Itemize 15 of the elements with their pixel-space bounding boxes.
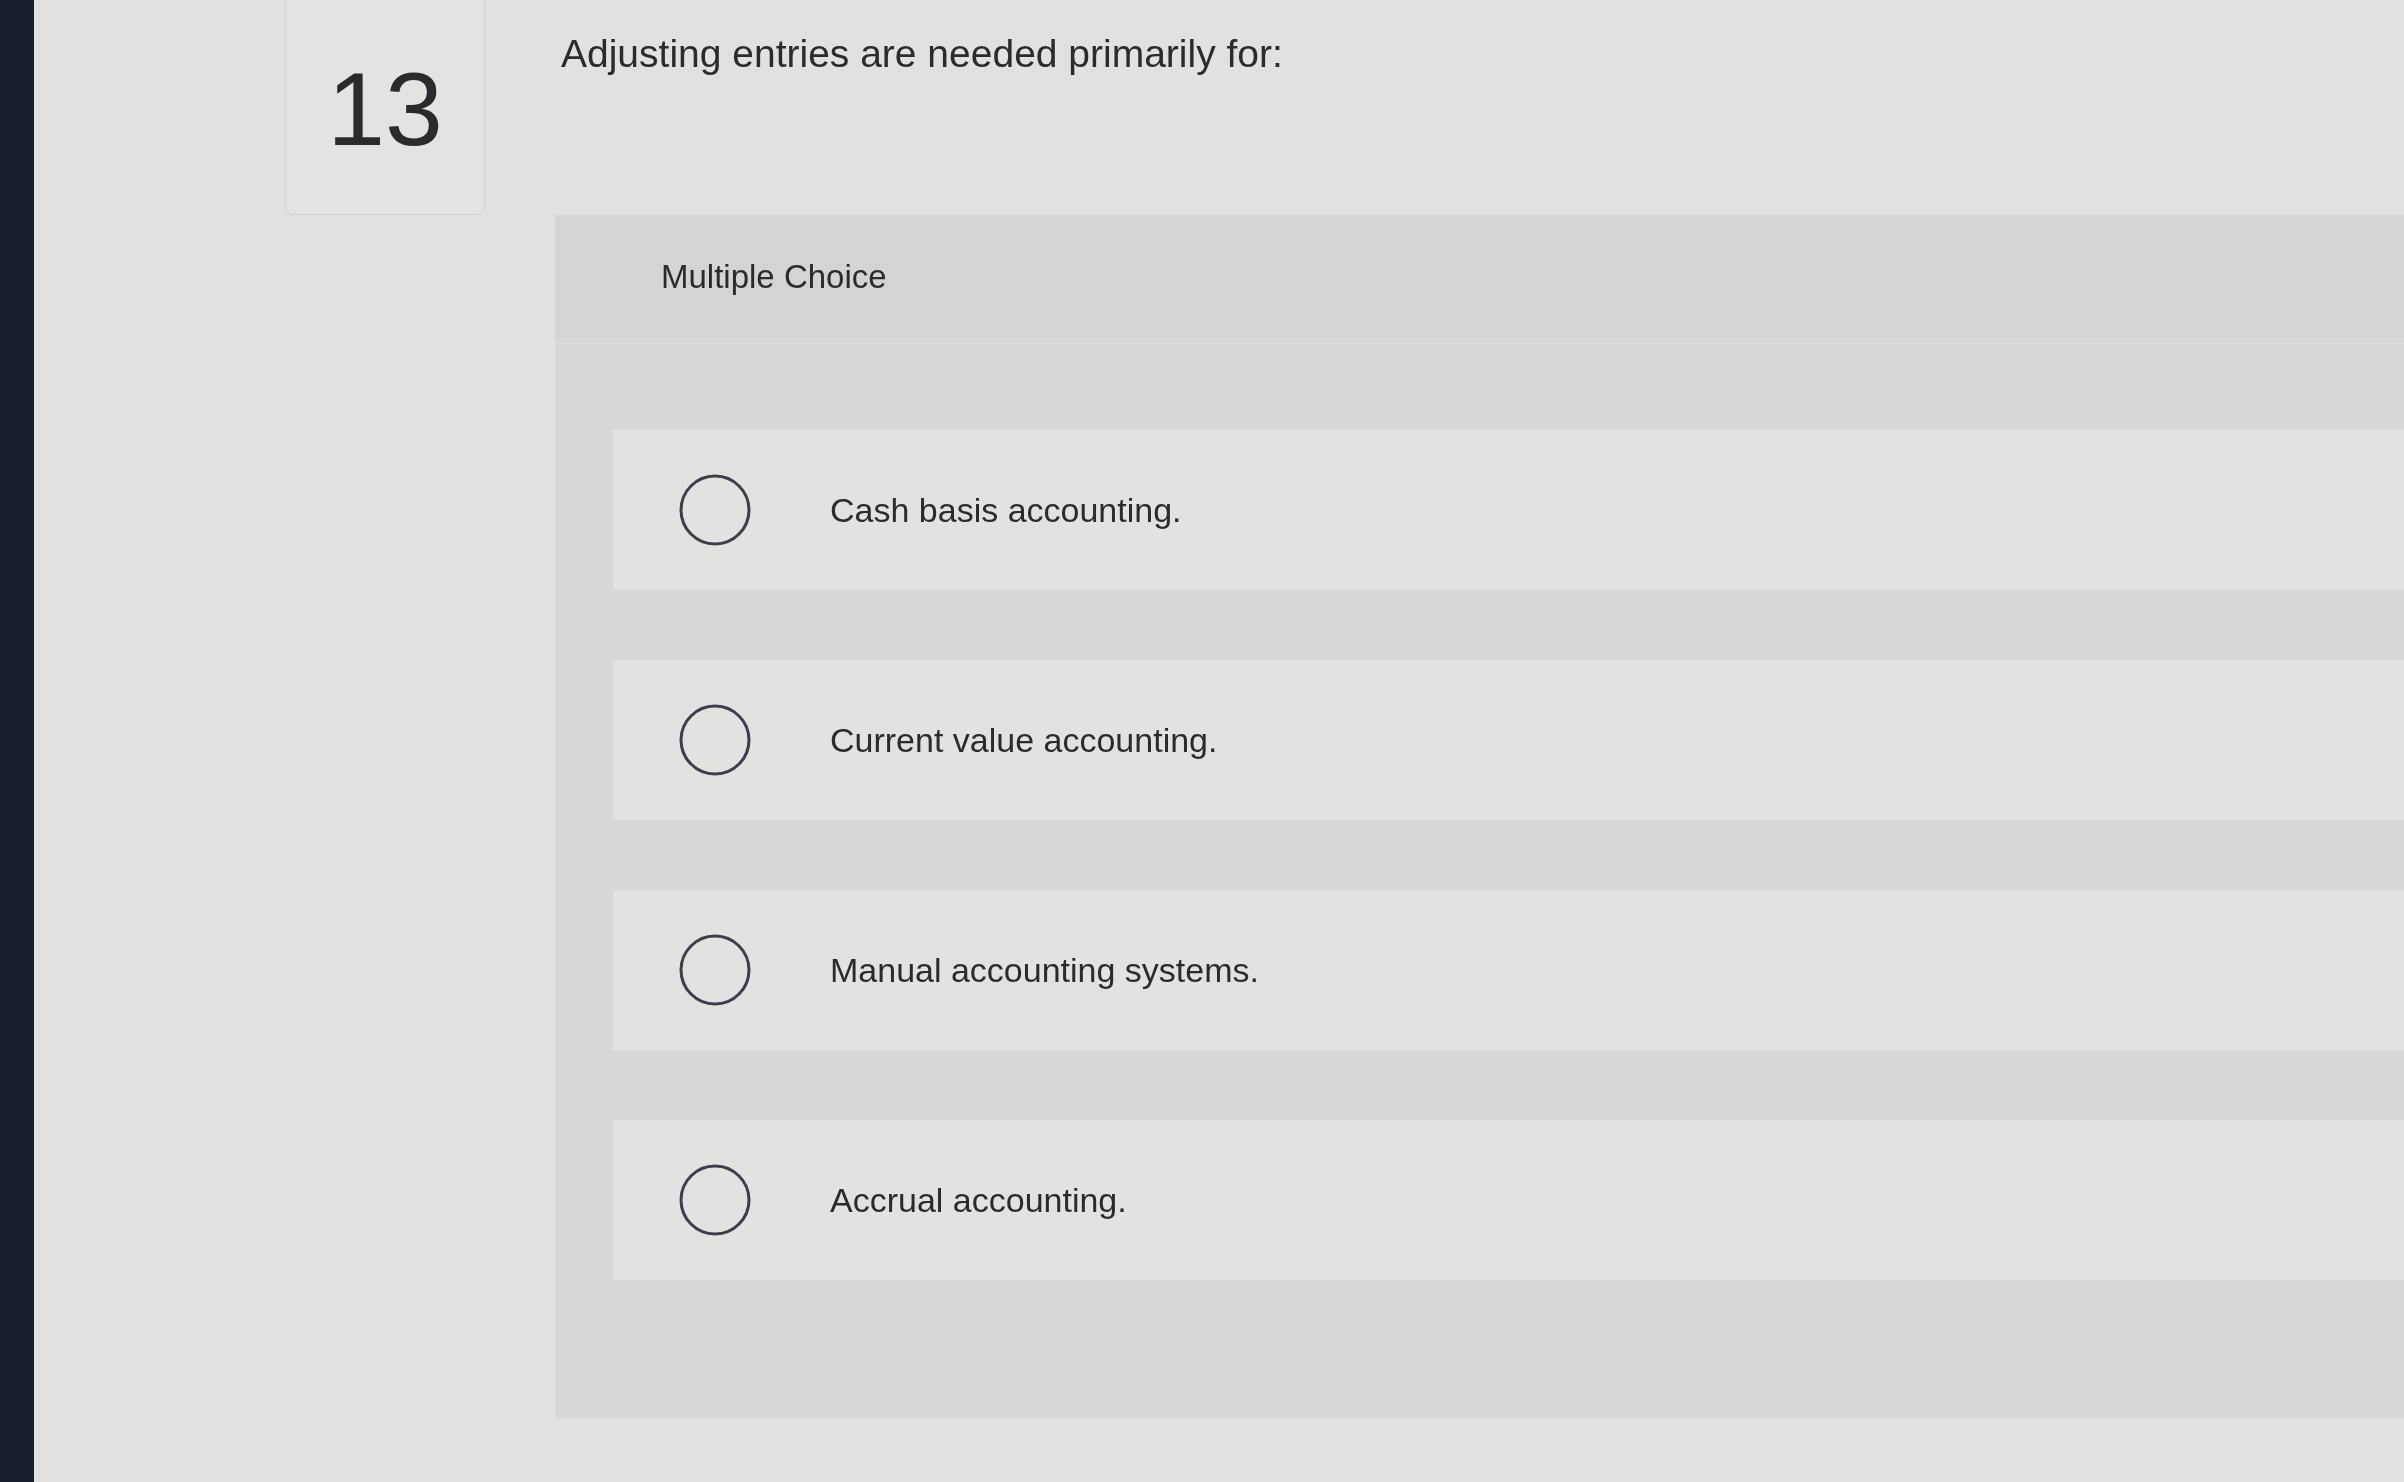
question-type-label: Multiple Choice — [661, 256, 887, 297]
question-number: 13 — [327, 53, 443, 161]
radio-button[interactable] — [679, 474, 751, 546]
option-label: Accrual accounting. — [830, 1179, 1127, 1221]
answer-option[interactable]: Current value accounting. — [613, 660, 2404, 820]
radio-button[interactable] — [679, 704, 751, 776]
answer-option[interactable]: Cash basis accounting. — [613, 430, 2404, 590]
option-label: Cash basis accounting. — [830, 489, 1182, 531]
answer-option[interactable]: Manual accounting systems. — [613, 890, 2404, 1050]
radio-button[interactable] — [679, 1164, 751, 1236]
answer-option[interactable]: Accrual accounting. — [613, 1120, 2404, 1280]
option-label: Manual accounting systems. — [830, 949, 1259, 991]
question-text: Adjusting entries are needed primarily for: — [561, 32, 1283, 75]
radio-button[interactable] — [679, 934, 751, 1006]
option-label: Current value accounting. — [830, 719, 1218, 761]
